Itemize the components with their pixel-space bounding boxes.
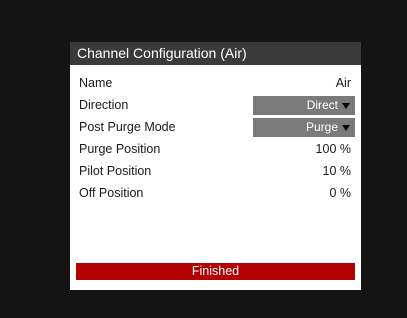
status-bar: Finished (76, 263, 355, 280)
off-position-value[interactable]: 0 % (329, 186, 351, 200)
pilot-position-row: Pilot Position 10 % (70, 161, 361, 183)
post-purge-mode-label: Post Purge Mode (79, 120, 176, 134)
chevron-down-icon (342, 125, 350, 131)
channel-configuration-dialog: Channel Configuration (Air) Name Air Dir… (70, 42, 361, 290)
dialog-title: Channel Configuration (Air) (70, 42, 361, 65)
pilot-position-value[interactable]: 10 % (323, 164, 352, 178)
direction-label: Direction (79, 98, 129, 112)
name-row: Name Air (70, 73, 361, 95)
post-purge-mode-row: Post Purge Mode Purge (70, 117, 361, 139)
purge-position-row: Purge Position 100 % (70, 139, 361, 161)
purge-position-label: Purge Position (79, 142, 161, 156)
chevron-down-icon (342, 103, 350, 109)
pilot-position-label: Pilot Position (79, 164, 152, 178)
settings-list: Name Air Direction Direct Post Purge Mod… (70, 73, 361, 205)
name-value[interactable]: Air (336, 76, 351, 90)
off-position-row: Off Position 0 % (70, 183, 361, 205)
device-screen: Channel Configuration (Air) Name Air Dir… (0, 0, 407, 318)
post-purge-mode-value: Purge (305, 120, 338, 134)
post-purge-mode-dropdown[interactable]: Purge (253, 118, 355, 137)
purge-position-value[interactable]: 100 % (316, 142, 351, 156)
name-label: Name (79, 76, 113, 90)
direction-row: Direction Direct (70, 95, 361, 117)
direction-dropdown[interactable]: Direct (253, 96, 355, 115)
off-position-label: Off Position (79, 186, 144, 200)
direction-value: Direct (306, 98, 338, 112)
